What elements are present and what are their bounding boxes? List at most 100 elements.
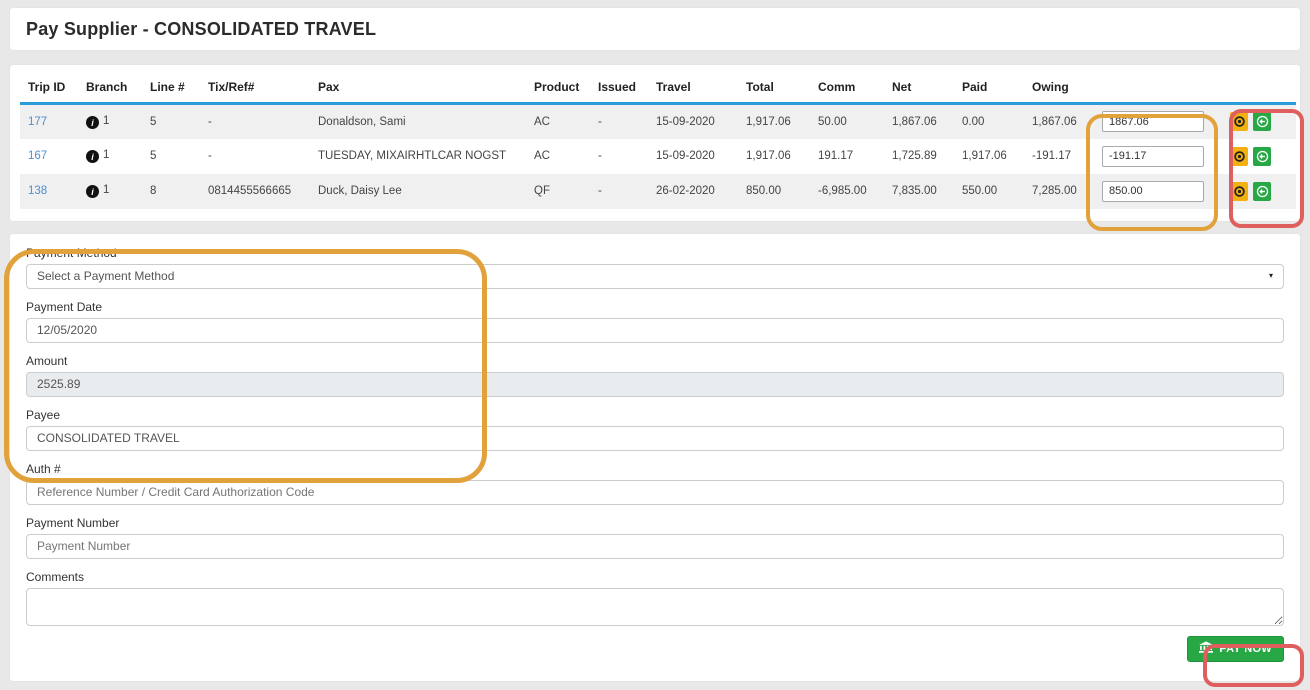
owing-value: -191.17 xyxy=(1024,139,1094,174)
info-icon xyxy=(86,150,99,163)
payment-date-input[interactable] xyxy=(26,318,1284,343)
tix-ref-value: 0814455566665 xyxy=(200,174,310,209)
apply-owing-button[interactable] xyxy=(1253,147,1271,166)
dot-circle-icon xyxy=(1233,150,1246,163)
page-header: Pay Supplier - CONSOLIDATED TRAVEL xyxy=(10,8,1300,50)
product-value: AC xyxy=(526,104,590,139)
pay-amount-input[interactable] xyxy=(1102,181,1204,202)
branch-value: 1 xyxy=(103,115,109,127)
branch-value: 1 xyxy=(103,149,109,161)
auth-label: Auth # xyxy=(26,462,1284,476)
payee-label: Payee xyxy=(26,408,1284,422)
col-pax: Pax xyxy=(310,71,526,104)
payment-number-label: Payment Number xyxy=(26,516,1284,530)
issued-value: - xyxy=(590,139,648,174)
travel-value: 26-02-2020 xyxy=(648,174,738,209)
apply-owing-button[interactable] xyxy=(1253,112,1271,131)
net-value: 1,867.06 xyxy=(884,104,954,139)
travel-value: 15-09-2020 xyxy=(648,139,738,174)
payee-input[interactable] xyxy=(26,426,1284,451)
comments-label: Comments xyxy=(26,570,1284,584)
payment-date-label: Payment Date xyxy=(26,300,1284,314)
line-value: 8 xyxy=(142,174,200,209)
issued-value: - xyxy=(590,174,648,209)
arrow-circle-left-icon xyxy=(1256,150,1269,163)
trip-table-card: Trip ID Branch Line # Tix/Ref# Pax Produ… xyxy=(10,65,1300,221)
col-travel: Travel xyxy=(648,71,738,104)
paid-value: 1,917.06 xyxy=(954,139,1024,174)
net-value: 1,725.89 xyxy=(884,139,954,174)
reset-amount-button[interactable] xyxy=(1230,112,1248,131)
payment-method-select[interactable]: Select a Payment Method ▾ xyxy=(26,264,1284,289)
net-value: 7,835.00 xyxy=(884,174,954,209)
trip-table: Trip ID Branch Line # Tix/Ref# Pax Produ… xyxy=(20,71,1296,209)
caret-down-icon: ▾ xyxy=(1269,272,1273,280)
col-net: Net xyxy=(884,71,954,104)
col-line: Line # xyxy=(142,71,200,104)
total-value: 850.00 xyxy=(738,174,810,209)
col-product: Product xyxy=(526,71,590,104)
branch-value: 1 xyxy=(103,184,109,196)
pay-now-button[interactable]: PAY NOW xyxy=(1187,636,1284,662)
paid-value: 550.00 xyxy=(954,174,1024,209)
auth-input[interactable] xyxy=(26,480,1284,505)
col-issued: Issued xyxy=(590,71,648,104)
col-actions xyxy=(1222,71,1296,104)
trip-id-link[interactable]: 177 xyxy=(28,116,47,128)
pax-value: Duck, Daisy Lee xyxy=(310,174,526,209)
col-amount-input xyxy=(1094,71,1222,104)
pax-value: Donaldson, Sami xyxy=(310,104,526,139)
tix-ref-value: - xyxy=(200,104,310,139)
line-value: 5 xyxy=(142,104,200,139)
payment-method-selected-value: Select a Payment Method xyxy=(37,269,174,283)
table-row: 177 1 5 - Donaldson, Sami AC - 15-09-202… xyxy=(20,104,1296,139)
payment-form: Payment Method Select a Payment Method ▾… xyxy=(10,234,1300,681)
col-total: Total xyxy=(738,71,810,104)
col-owing: Owing xyxy=(1024,71,1094,104)
line-value: 5 xyxy=(142,139,200,174)
dot-circle-icon xyxy=(1233,115,1246,128)
owing-value: 1,867.06 xyxy=(1024,104,1094,139)
apply-owing-button[interactable] xyxy=(1253,182,1271,201)
payment-method-label: Payment Method xyxy=(26,246,1284,260)
amount-input xyxy=(26,372,1284,397)
col-paid: Paid xyxy=(954,71,1024,104)
payment-number-input[interactable] xyxy=(26,534,1284,559)
trip-id-link[interactable]: 138 xyxy=(28,185,47,197)
col-trip-id: Trip ID xyxy=(20,71,78,104)
total-value: 1,917.06 xyxy=(738,139,810,174)
tix-ref-value: - xyxy=(200,139,310,174)
comm-value: 50.00 xyxy=(810,104,884,139)
col-comm: Comm xyxy=(810,71,884,104)
comments-textarea[interactable] xyxy=(26,588,1284,626)
col-branch: Branch xyxy=(78,71,142,104)
pay-amount-input[interactable] xyxy=(1102,146,1204,167)
pax-value: TUESDAY, MIXAIRHTLCAR NOGST xyxy=(310,139,526,174)
page-title: Pay Supplier - CONSOLIDATED TRAVEL xyxy=(26,19,376,40)
bank-icon xyxy=(1199,641,1213,657)
paid-value: 0.00 xyxy=(954,104,1024,139)
table-row: 138 1 8 0814455566665 Duck, Daisy Lee QF… xyxy=(20,174,1296,209)
pay-now-label: PAY NOW xyxy=(1219,643,1272,655)
dot-circle-icon xyxy=(1233,185,1246,198)
product-value: AC xyxy=(526,139,590,174)
reset-amount-button[interactable] xyxy=(1230,182,1248,201)
info-icon xyxy=(86,116,99,129)
travel-value: 15-09-2020 xyxy=(648,104,738,139)
trip-id-link[interactable]: 167 xyxy=(28,150,47,162)
table-header-row: Trip ID Branch Line # Tix/Ref# Pax Produ… xyxy=(20,71,1296,104)
total-value: 1,917.06 xyxy=(738,104,810,139)
col-tix-ref: Tix/Ref# xyxy=(200,71,310,104)
issued-value: - xyxy=(590,104,648,139)
product-value: QF xyxy=(526,174,590,209)
arrow-circle-left-icon xyxy=(1256,115,1269,128)
info-icon xyxy=(86,185,99,198)
amount-label: Amount xyxy=(26,354,1284,368)
comm-value: 191.17 xyxy=(810,139,884,174)
reset-amount-button[interactable] xyxy=(1230,147,1248,166)
table-row: 167 1 5 - TUESDAY, MIXAIRHTLCAR NOGST AC… xyxy=(20,139,1296,174)
owing-value: 7,285.00 xyxy=(1024,174,1094,209)
comm-value: -6,985.00 xyxy=(810,174,884,209)
pay-amount-input[interactable] xyxy=(1102,111,1204,132)
arrow-circle-left-icon xyxy=(1256,185,1269,198)
